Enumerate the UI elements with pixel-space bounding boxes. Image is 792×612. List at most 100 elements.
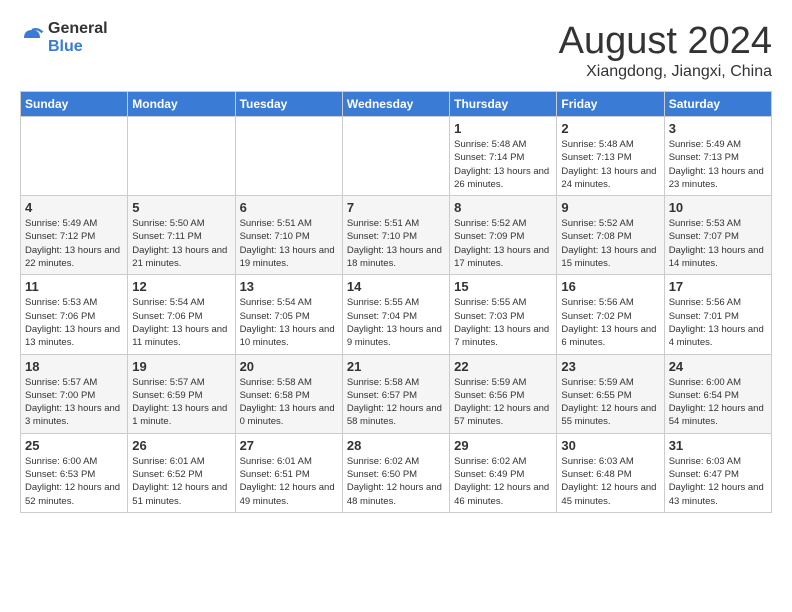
calendar-cell: 21Sunrise: 5:58 AMSunset: 6:57 PMDayligh…	[342, 354, 449, 433]
weekday-header: Friday	[557, 92, 664, 117]
calendar-body: 1 Sunrise: 5:48 AMSunset: 7:14 PMDaylight…	[21, 117, 772, 513]
calendar-cell: 13 Sunrise: 5:54 AMSunset: 7:05 PMDayligh…	[235, 275, 342, 354]
day-number: 14	[347, 279, 445, 294]
day-detail: Sunrise: 6:02 AMSunset: 6:49 PMDaylight:…	[454, 455, 552, 508]
day-number: 12	[132, 279, 230, 294]
day-number: 3	[669, 121, 767, 136]
calendar-cell: 16 Sunrise: 5:56 AMSunset: 7:02 PMDayligh…	[557, 275, 664, 354]
logo-icon	[20, 26, 44, 50]
day-number: 18	[25, 359, 123, 374]
calendar-cell: 5 Sunrise: 5:50 AMSunset: 7:11 PMDaylight…	[128, 196, 235, 275]
calendar-cell: 2 Sunrise: 5:48 AMSunset: 7:13 PMDaylight…	[557, 117, 664, 196]
day-detail: Sunrise: 5:58 AMSunset: 6:57 PMDaylight:…	[347, 376, 445, 429]
weekday-header: Thursday	[450, 92, 557, 117]
calendar-cell	[21, 117, 128, 196]
logo: General Blue	[20, 20, 108, 56]
day-detail: Sunrise: 6:00 AMSunset: 6:54 PMDaylight:…	[669, 376, 767, 429]
day-detail: Sunrise: 5:57 AMSunset: 7:00 PMDaylight:…	[25, 376, 123, 429]
calendar-cell: 29 Sunrise: 6:02 AMSunset: 6:49 PMDayligh…	[450, 433, 557, 512]
calendar-cell: 18 Sunrise: 5:57 AMSunset: 7:00 PMDayligh…	[21, 354, 128, 433]
day-number: 6	[240, 200, 338, 215]
day-number: 27	[240, 438, 338, 453]
calendar-cell	[235, 117, 342, 196]
calendar-cell: 20 Sunrise: 5:58 AMSunset: 6:58 PMDayligh…	[235, 354, 342, 433]
calendar-cell: 9 Sunrise: 5:52 AMSunset: 7:08 PMDaylight…	[557, 196, 664, 275]
calendar-cell: 23 Sunrise: 5:59 AMSunset: 6:55 PMDayligh…	[557, 354, 664, 433]
day-number: 31	[669, 438, 767, 453]
weekday-header: Wednesday	[342, 92, 449, 117]
calendar-cell: 31Sunrise: 6:03 AMSunset: 6:47 PMDayligh…	[664, 433, 771, 512]
day-number: 26	[132, 438, 230, 453]
calendar-week: 18 Sunrise: 5:57 AMSunset: 7:00 PMDayligh…	[21, 354, 772, 433]
day-detail: Sunrise: 5:50 AMSunset: 7:11 PMDaylight:…	[132, 217, 230, 270]
day-number: 15	[454, 279, 552, 294]
calendar-cell: 28Sunrise: 6:02 AMSunset: 6:50 PMDayligh…	[342, 433, 449, 512]
logo-text: General Blue	[48, 20, 108, 56]
calendar-cell: 7Sunrise: 5:51 AMSunset: 7:10 PMDaylight…	[342, 196, 449, 275]
day-detail: Sunrise: 6:01 AMSunset: 6:51 PMDaylight:…	[240, 455, 338, 508]
day-detail: Sunrise: 5:49 AMSunset: 7:13 PMDaylight:…	[669, 138, 767, 191]
day-number: 8	[454, 200, 552, 215]
day-detail: Sunrise: 6:03 AMSunset: 6:48 PMDaylight:…	[561, 455, 659, 508]
day-number: 2	[561, 121, 659, 136]
day-detail: Sunrise: 5:54 AMSunset: 7:06 PMDaylight:…	[132, 296, 230, 349]
day-detail: Sunrise: 5:51 AMSunset: 7:10 PMDaylight:…	[240, 217, 338, 270]
day-number: 16	[561, 279, 659, 294]
calendar-cell: 19Sunrise: 5:57 AMSunset: 6:59 PMDayligh…	[128, 354, 235, 433]
calendar-week: 25 Sunrise: 6:00 AMSunset: 6:53 PMDayligh…	[21, 433, 772, 512]
day-detail: Sunrise: 5:59 AMSunset: 6:56 PMDaylight:…	[454, 376, 552, 429]
day-detail: Sunrise: 5:52 AMSunset: 7:08 PMDaylight:…	[561, 217, 659, 270]
location-title: Xiangdong, Jiangxi, China	[559, 63, 772, 81]
calendar-cell: 1 Sunrise: 5:48 AMSunset: 7:14 PMDaylight…	[450, 117, 557, 196]
day-number: 7	[347, 200, 445, 215]
day-number: 25	[25, 438, 123, 453]
day-detail: Sunrise: 5:52 AMSunset: 7:09 PMDaylight:…	[454, 217, 552, 270]
day-detail: Sunrise: 5:55 AMSunset: 7:04 PMDaylight:…	[347, 296, 445, 349]
calendar-cell: 4Sunrise: 5:49 AMSunset: 7:12 PMDaylight…	[21, 196, 128, 275]
day-number: 20	[240, 359, 338, 374]
day-number: 13	[240, 279, 338, 294]
day-detail: Sunrise: 6:00 AMSunset: 6:53 PMDaylight:…	[25, 455, 123, 508]
day-number: 24	[669, 359, 767, 374]
day-detail: Sunrise: 5:56 AMSunset: 7:02 PMDaylight:…	[561, 296, 659, 349]
day-detail: Sunrise: 5:58 AMSunset: 6:58 PMDaylight:…	[240, 376, 338, 429]
calendar-cell: 3 Sunrise: 5:49 AMSunset: 7:13 PMDaylight…	[664, 117, 771, 196]
day-number: 4	[25, 200, 123, 215]
calendar-cell: 22 Sunrise: 5:59 AMSunset: 6:56 PMDayligh…	[450, 354, 557, 433]
day-number: 29	[454, 438, 552, 453]
day-detail: Sunrise: 5:56 AMSunset: 7:01 PMDaylight:…	[669, 296, 767, 349]
day-number: 5	[132, 200, 230, 215]
calendar-cell: 11Sunrise: 5:53 AMSunset: 7:06 PMDayligh…	[21, 275, 128, 354]
day-number: 9	[561, 200, 659, 215]
day-number: 10	[669, 200, 767, 215]
logo-blue: Blue	[48, 38, 83, 55]
day-number: 22	[454, 359, 552, 374]
calendar-cell: 10 Sunrise: 5:53 AMSunset: 7:07 PMDayligh…	[664, 196, 771, 275]
day-detail: Sunrise: 6:02 AMSunset: 6:50 PMDaylight:…	[347, 455, 445, 508]
day-detail: Sunrise: 5:48 AMSunset: 7:14 PMDaylight:…	[454, 138, 552, 191]
day-number: 1	[454, 121, 552, 136]
calendar-cell	[342, 117, 449, 196]
calendar-cell: 12 Sunrise: 5:54 AMSunset: 7:06 PMDayligh…	[128, 275, 235, 354]
day-detail: Sunrise: 5:54 AMSunset: 7:05 PMDaylight:…	[240, 296, 338, 349]
title-area: August 2024 Xiangdong, Jiangxi, China	[559, 20, 772, 81]
weekday-header: Saturday	[664, 92, 771, 117]
calendar-cell: 17 Sunrise: 5:56 AMSunset: 7:01 PMDayligh…	[664, 275, 771, 354]
calendar-week: 4Sunrise: 5:49 AMSunset: 7:12 PMDaylight…	[21, 196, 772, 275]
day-detail: Sunrise: 5:48 AMSunset: 7:13 PMDaylight:…	[561, 138, 659, 191]
calendar-cell: 26Sunrise: 6:01 AMSunset: 6:52 PMDayligh…	[128, 433, 235, 512]
calendar-cell	[128, 117, 235, 196]
day-detail: Sunrise: 5:57 AMSunset: 6:59 PMDaylight:…	[132, 376, 230, 429]
logo-general: General	[48, 20, 108, 37]
day-number: 23	[561, 359, 659, 374]
day-number: 17	[669, 279, 767, 294]
day-number: 30	[561, 438, 659, 453]
weekday-row: SundayMondayTuesdayWednesdayThursdayFrid…	[21, 92, 772, 117]
calendar-cell: 8 Sunrise: 5:52 AMSunset: 7:09 PMDaylight…	[450, 196, 557, 275]
day-detail: Sunrise: 5:59 AMSunset: 6:55 PMDaylight:…	[561, 376, 659, 429]
day-detail: Sunrise: 5:55 AMSunset: 7:03 PMDaylight:…	[454, 296, 552, 349]
calendar-cell: 15 Sunrise: 5:55 AMSunset: 7:03 PMDayligh…	[450, 275, 557, 354]
header: General Blue August 2024 Xiangdong, Jian…	[20, 20, 772, 81]
day-detail: Sunrise: 5:53 AMSunset: 7:07 PMDaylight:…	[669, 217, 767, 270]
calendar-week: 11Sunrise: 5:53 AMSunset: 7:06 PMDayligh…	[21, 275, 772, 354]
